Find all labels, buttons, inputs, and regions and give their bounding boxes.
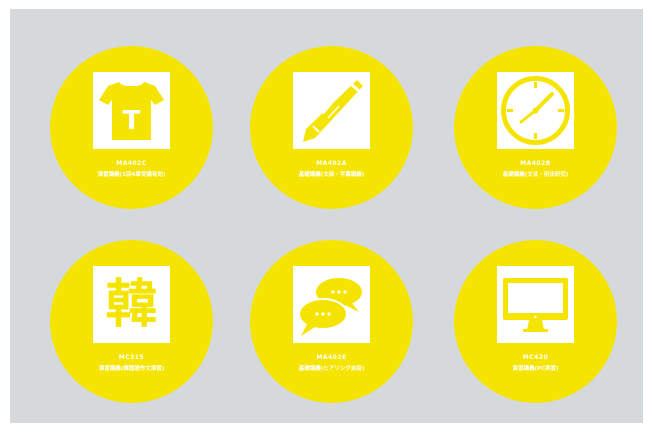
course-grid-panel: T MA402C 演習講義(1回4章受講有効) MA402A 基礎講義(文部・字… bbox=[10, 9, 643, 423]
course-card-mc420[interactable]: MC420 演習講義(PC実習) bbox=[454, 240, 617, 403]
course-code: MA402A bbox=[316, 160, 347, 167]
speech-bubbles-icon bbox=[298, 276, 364, 336]
course-card-mc315[interactable]: 韓 MC315 演習講義(韓国語作文演習) bbox=[50, 240, 213, 403]
course-card-ma402e[interactable]: MA402E 基礎講義(ヒアリング会話) bbox=[250, 240, 413, 403]
course-title: 演習講義(韓国語作文演習) bbox=[98, 366, 165, 372]
clock-icon bbox=[501, 76, 570, 145]
course-title: 演習講義(1回4章受講有効) bbox=[97, 172, 166, 178]
monitor-icon bbox=[503, 278, 568, 332]
kanji-icon: 韓 bbox=[105, 274, 158, 335]
course-title: 基礎講義(ヒアリング会話) bbox=[298, 366, 365, 372]
course-code: MC420 bbox=[522, 354, 549, 361]
course-title: 演習講義(PC実習) bbox=[512, 366, 559, 372]
icon-tile: 韓 bbox=[93, 266, 170, 343]
icon-tile bbox=[293, 266, 370, 343]
course-title: 基礎講義(文部・字幕講義) bbox=[298, 172, 365, 178]
course-code: MA402B bbox=[520, 160, 551, 167]
course-card-ma402c[interactable]: T MA402C 演習講義(1回4章受講有効) bbox=[50, 46, 213, 209]
course-card-ma402b[interactable]: MA402B 基礎講義(文法・用法研究) bbox=[454, 46, 617, 209]
icon-tile: T bbox=[93, 72, 170, 149]
icon-tile bbox=[293, 72, 370, 149]
icon-tile bbox=[497, 266, 574, 343]
tshirt-letter: T bbox=[122, 105, 141, 136]
course-code: MC315 bbox=[118, 354, 145, 361]
pencil-icon bbox=[303, 80, 363, 142]
course-code: MA402C bbox=[116, 160, 147, 167]
course-card-ma402a[interactable]: MA402A 基礎講義(文部・字幕講義) bbox=[250, 46, 413, 209]
icon-tile bbox=[497, 72, 574, 149]
course-title: 基礎講義(文法・用法研究) bbox=[502, 172, 569, 178]
course-code: MA402E bbox=[316, 354, 347, 361]
